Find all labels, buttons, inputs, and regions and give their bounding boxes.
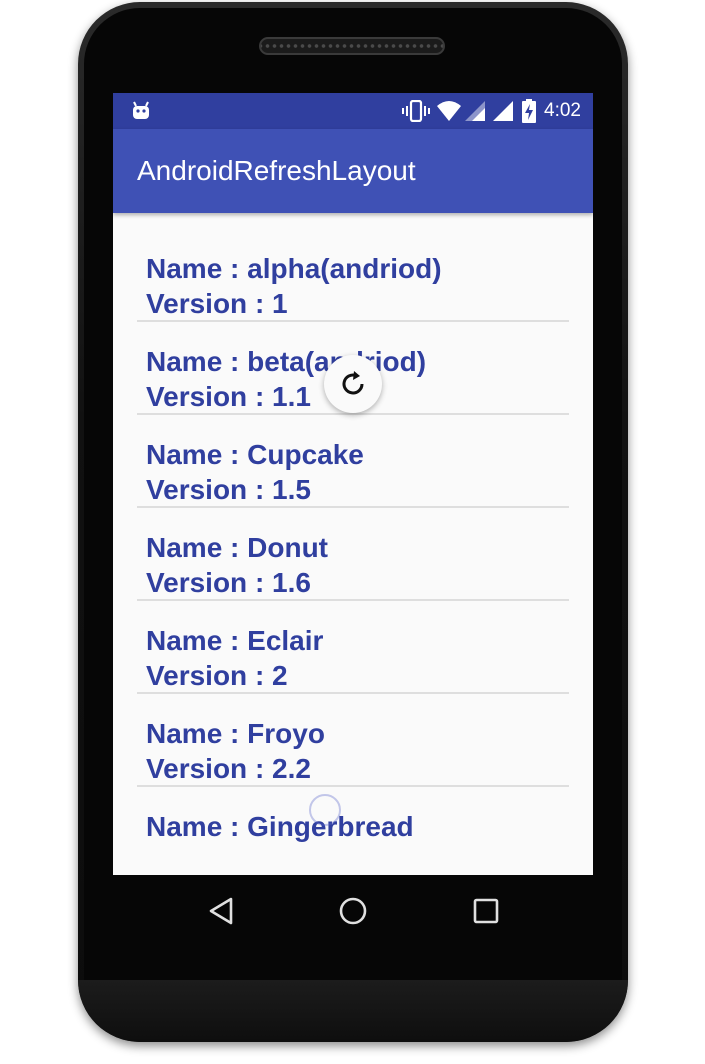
item-name: Name : alpha(andriod)	[146, 253, 442, 284]
refresh-spinner	[324, 355, 382, 413]
signal-icon	[492, 100, 514, 122]
back-icon[interactable]	[203, 893, 239, 929]
list-item[interactable]: Name : Eclair Version : 2	[137, 601, 569, 694]
device-screen: 4:02 AndroidRefreshLayout Name : alpha(a…	[113, 93, 593, 875]
status-bar: 4:02	[113, 93, 593, 129]
app-bar: AndroidRefreshLayout	[113, 129, 593, 213]
app-title: AndroidRefreshLayout	[137, 155, 416, 186]
list-item[interactable]: Name : alpha(andriod) Version : 1	[137, 229, 569, 322]
item-version: Version : 2	[146, 660, 288, 691]
item-name: Name : Gingerbread	[146, 811, 414, 842]
item-version: Version : 1	[146, 288, 288, 319]
list-item[interactable]: Name : Donut Version : 1.6	[137, 508, 569, 601]
item-version: Version : 1.6	[146, 567, 311, 598]
phone-chin	[78, 980, 628, 1042]
speaker-grille	[259, 37, 445, 55]
navigation-bar	[113, 875, 593, 947]
vibrate-icon	[402, 100, 431, 122]
touch-ripple	[309, 794, 341, 826]
signal-icon	[464, 100, 486, 122]
item-name: Name : Eclair	[146, 625, 324, 656]
list-item[interactable]: Name : Cupcake Version : 1.5	[137, 415, 569, 508]
list-item[interactable]: Name : Gingerbread	[137, 787, 569, 875]
refresh-icon	[342, 371, 364, 395]
item-version: Version : 1.5	[146, 474, 311, 505]
wifi-icon	[436, 100, 462, 122]
list-item[interactable]: Name : Froyo Version : 2.2	[137, 694, 569, 787]
home-icon[interactable]	[335, 893, 371, 929]
battery-charging-icon	[522, 99, 537, 123]
item-version: Version : 2.2	[146, 753, 311, 784]
item-name: Name : Froyo	[146, 718, 325, 749]
version-list[interactable]: Name : alpha(andriod) Version : 1 Name :…	[137, 229, 569, 875]
status-icons: 4:02	[402, 99, 581, 123]
status-time: 4:02	[544, 100, 581, 121]
item-name: Name : Cupcake	[146, 439, 364, 470]
android-notification-icon	[131, 101, 151, 126]
recents-icon[interactable]	[468, 893, 504, 929]
item-name: Name : Donut	[146, 532, 328, 563]
